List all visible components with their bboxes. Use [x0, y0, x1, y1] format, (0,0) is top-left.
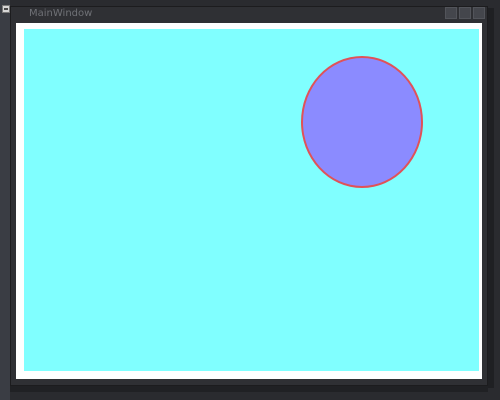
maximize-icon[interactable] — [459, 7, 471, 19]
window-client-area — [16, 23, 482, 379]
left-edge-strip — [0, 0, 10, 400]
main-window: MainWindow — [10, 6, 488, 386]
window-right-shadow — [488, 8, 494, 388]
window-title: MainWindow — [29, 8, 93, 19]
title-bar[interactable]: MainWindow — [11, 7, 487, 21]
app-system-menu-icon[interactable] — [2, 5, 10, 13]
window-controls — [445, 7, 485, 20]
minimize-icon[interactable] — [445, 7, 457, 19]
window-bottom-shadow — [10, 386, 488, 392]
ellipse-shape[interactable] — [301, 56, 423, 188]
desktop: MainWindow — [0, 0, 500, 400]
close-icon[interactable] — [473, 7, 485, 19]
drawing-canvas[interactable] — [24, 29, 479, 371]
